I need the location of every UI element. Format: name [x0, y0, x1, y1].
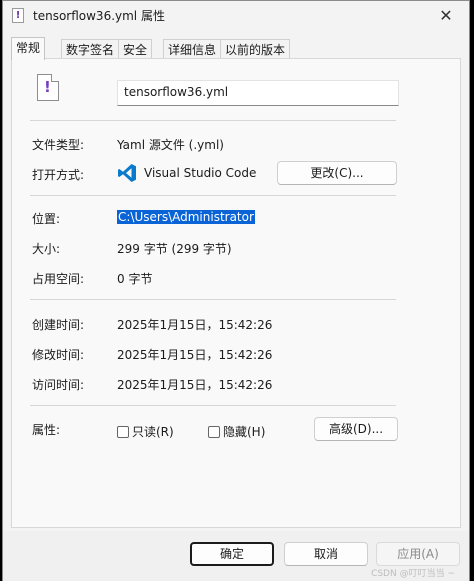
- readonly-checkbox[interactable]: 只读(R): [117, 423, 174, 440]
- created-label: 创建时间:: [32, 318, 85, 332]
- file-type-value: Yaml 源文件 (.yml): [117, 138, 224, 152]
- hidden-label: 隐藏(H): [223, 425, 266, 439]
- size-value: 299 字节 (299 字节): [117, 242, 232, 256]
- yml-file-icon: !: [12, 8, 24, 23]
- open-with-label: 打开方式:: [32, 168, 85, 182]
- tab-security[interactable]: 安全: [118, 39, 153, 59]
- attributes-label: 属性:: [32, 423, 61, 437]
- ok-button[interactable]: 确定: [190, 542, 274, 566]
- dialog-footer: 确定 取消 应用(A) CSDN @叮叮当当 ~: [3, 531, 469, 581]
- close-button[interactable]: ✕: [431, 2, 461, 30]
- cancel-button[interactable]: 取消: [284, 542, 368, 566]
- location-label: 位置:: [32, 212, 61, 226]
- properties-window: ! tensorflow36.yml 属性 ✕ 常规 数字签名 安全 详细信息 …: [2, 0, 470, 581]
- modified-value: 2025年1月15日，15:42:26: [117, 348, 273, 362]
- tab-strip: 常规 数字签名 安全 详细信息 以前的版本: [3, 37, 469, 60]
- divider: [30, 195, 396, 196]
- title-bar[interactable]: ! tensorflow36.yml 属性 ✕: [3, 1, 469, 31]
- apply-button[interactable]: 应用(A): [376, 542, 460, 566]
- general-panel: ! tensorflow36.yml 文件类型: Yaml 源文件 (.yml)…: [11, 58, 461, 528]
- accessed-value: 2025年1月15日，15:42:26: [117, 378, 273, 392]
- tab-digital-signatures[interactable]: 数字签名: [61, 39, 120, 59]
- readonly-label: 只读(R): [132, 425, 174, 439]
- window-title: tensorflow36.yml 属性: [33, 9, 165, 23]
- vscode-icon: [118, 164, 136, 182]
- advanced-button[interactable]: 高级(D)...: [314, 417, 398, 441]
- divider: [30, 120, 396, 121]
- created-value: 2025年1月15日，15:42:26: [117, 318, 273, 332]
- size-label: 大小:: [32, 242, 61, 256]
- hidden-checkbox-box[interactable]: [208, 426, 220, 438]
- tab-general[interactable]: 常规: [11, 37, 46, 60]
- size-on-disk-label: 占用空间:: [32, 272, 85, 286]
- change-button[interactable]: 更改(C)...: [277, 161, 397, 185]
- size-on-disk-value: 0 字节: [117, 272, 153, 286]
- location-value[interactable]: C:\Users\Administrator: [117, 210, 255, 224]
- divider: [30, 299, 396, 300]
- watermark: CSDN @叮叮当当 ~: [371, 569, 455, 579]
- modified-label: 修改时间:: [32, 348, 85, 362]
- tab-previous-versions[interactable]: 以前的版本: [220, 39, 291, 59]
- tab-details[interactable]: 详细信息: [163, 39, 222, 59]
- file-name-field[interactable]: tensorflow36.yml: [117, 80, 399, 106]
- readonly-checkbox-box[interactable]: [117, 426, 129, 438]
- hidden-checkbox[interactable]: 隐藏(H): [208, 423, 265, 440]
- accessed-label: 访问时间:: [32, 378, 85, 392]
- yml-file-icon: !: [37, 74, 59, 101]
- divider: [30, 405, 396, 406]
- file-type-label: 文件类型:: [32, 138, 85, 152]
- open-with-app: Visual Studio Code: [144, 166, 257, 180]
